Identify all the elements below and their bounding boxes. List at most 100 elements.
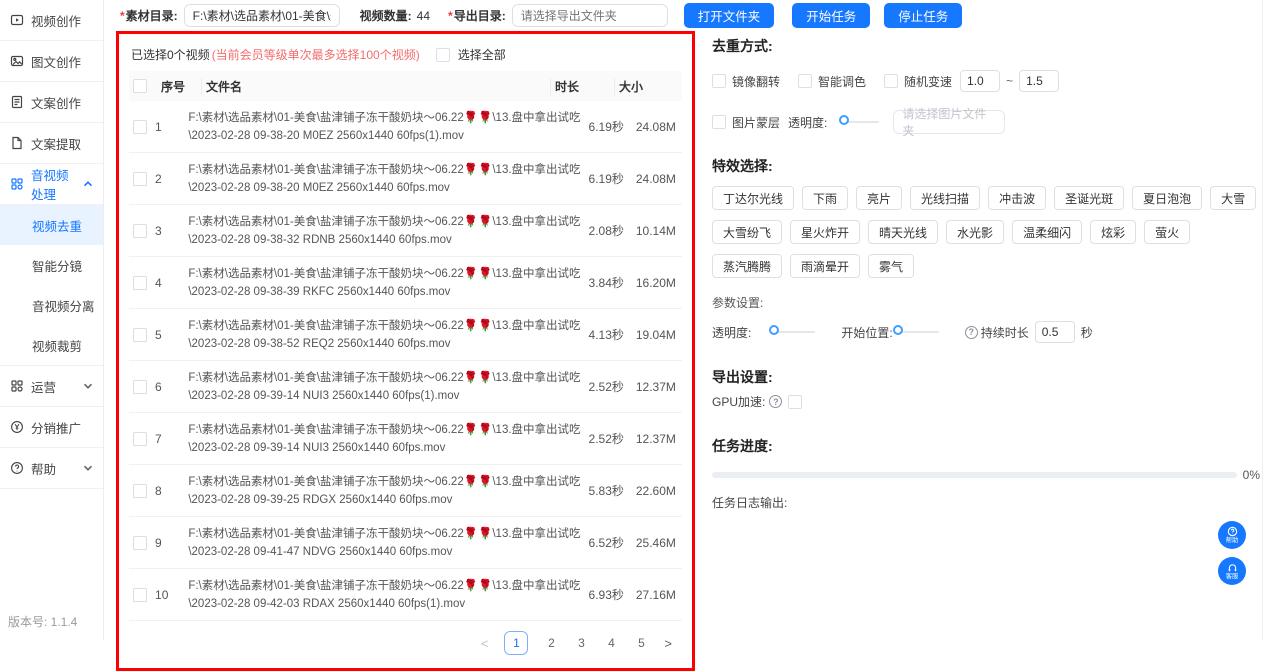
row-duration: 6.19秒 — [585, 170, 632, 187]
row-checkbox[interactable] — [133, 276, 147, 290]
task-log-title: 任务日志输出: — [712, 494, 1260, 511]
row-duration: 2.52秒 — [585, 378, 632, 395]
mask-folder-input[interactable]: 请选择图片文件夹 — [893, 110, 1005, 134]
open-folder-button[interactable]: 打开文件夹 — [684, 3, 775, 28]
gpu-checkbox[interactable] — [788, 395, 802, 409]
effect-button-3[interactable]: 亮片 — [856, 186, 902, 210]
page-number-2[interactable]: 2 — [544, 636, 558, 650]
effect-button-16[interactable]: 蒸汽腾腾 — [712, 254, 782, 278]
speed-min-input[interactable] — [960, 70, 1000, 92]
effect-button-13[interactable]: 温柔细闪 — [1012, 220, 1082, 244]
row-checkbox[interactable] — [133, 172, 147, 186]
param-start-slider[interactable] — [897, 331, 939, 333]
start-task-button[interactable]: 开始任务 — [792, 3, 870, 28]
effect-button-7[interactable]: 夏日泡泡 — [1132, 186, 1202, 210]
path-line-2: \2023-02-28 09-38-20 M0EZ 2560x1440 60fp… — [188, 127, 580, 145]
effect-button-1[interactable]: 丁达尔光线 — [712, 186, 794, 210]
row-index: 6 — [151, 380, 184, 394]
float-service-button[interactable]: 客服 — [1218, 557, 1246, 585]
smart-color-checkbox[interactable] — [798, 74, 812, 88]
effect-button-15[interactable]: 萤火 — [1144, 220, 1190, 244]
row-duration: 5.83秒 — [585, 482, 632, 499]
duration-input[interactable] — [1035, 321, 1075, 343]
slider-thumb[interactable] — [893, 325, 903, 335]
effect-button-11[interactable]: 晴天光线 — [868, 220, 938, 244]
row-checkbox[interactable] — [133, 328, 147, 342]
row-filename: F:\素材\选品素材\01-美食\盐津铺子冻干酸奶块～06.22🌹🌹\13.盘中… — [184, 421, 584, 457]
page-number-4[interactable]: 4 — [604, 636, 618, 650]
table-row: 1F:\素材\选品素材\01-美食\盐津铺子冻干酸奶块～06.22🌹🌹\13.盘… — [129, 101, 682, 153]
row-checkbox[interactable] — [133, 380, 147, 394]
sidebar-item-copy-extract[interactable]: 文案提取 — [0, 123, 103, 164]
select-all-checkbox[interactable] — [436, 48, 450, 62]
path-line-2: \2023-02-28 09-39-14 NUI3 2560x1440 60fp… — [188, 439, 580, 457]
scrollbar-track[interactable] — [1262, 0, 1263, 640]
sidebar-item-label: 图文创作 — [31, 52, 81, 71]
page-number-3[interactable]: 3 — [574, 636, 588, 650]
image-mask-checkbox[interactable] — [712, 115, 726, 129]
sidebar-item-av-separate[interactable]: 音视频分离 — [0, 285, 103, 325]
sidebar-item-help[interactable]: 帮助 — [0, 448, 103, 489]
mirror-flip-checkbox[interactable] — [712, 74, 726, 88]
row-checkbox[interactable] — [133, 588, 147, 602]
sidebar-item-video-create[interactable]: 视频创作 — [0, 0, 103, 41]
effect-button-10[interactable]: 星火炸开 — [790, 220, 860, 244]
sidebar-item-video-dedup[interactable]: 视频去重 — [0, 205, 103, 245]
row-checkbox[interactable] — [133, 120, 147, 134]
material-dir-input[interactable] — [184, 4, 340, 27]
table-row: 8F:\素材\选品素材\01-美食\盐津铺子冻干酸奶块～06.22🌹🌹\13.盘… — [129, 465, 682, 517]
speed-max-input[interactable] — [1019, 70, 1059, 92]
header-checkbox[interactable] — [133, 79, 147, 93]
prev-page-icon[interactable]: < — [481, 636, 489, 651]
row-size: 27.16M — [632, 588, 682, 602]
effect-button-9[interactable]: 大雪纷飞 — [712, 220, 782, 244]
effect-button-18[interactable]: 雾气 — [868, 254, 914, 278]
dedup-title: 去重方式: — [712, 36, 1260, 56]
sidebar-item-copy-create[interactable]: 文案创作 — [0, 82, 103, 123]
effect-button-17[interactable]: 雨滴晕开 — [790, 254, 860, 278]
row-checkbox[interactable] — [133, 224, 147, 238]
effect-button-2[interactable]: 下雨 — [802, 186, 848, 210]
mask-opacity-slider[interactable] — [843, 121, 879, 123]
row-filename: F:\素材\选品素材\01-美食\盐津铺子冻干酸奶块～06.22🌹🌹\13.盘中… — [184, 109, 584, 145]
dedup-options-row: 镜像翻转 智能调色 随机变速 ~ — [712, 70, 1260, 92]
row-index: 10 — [151, 588, 184, 602]
row-index: 2 — [151, 172, 184, 186]
table-row: 6F:\素材\选品素材\01-美食\盐津铺子冻干酸奶块～06.22🌹🌹\13.盘… — [129, 361, 682, 413]
float-help-button[interactable]: 帮助 — [1218, 521, 1246, 549]
sidebar-item-image-text-create[interactable]: 图文创作 — [0, 41, 103, 82]
effect-button-4[interactable]: 光线扫描 — [910, 186, 980, 210]
export-dir-input[interactable] — [512, 4, 668, 27]
row-checkbox[interactable] — [133, 484, 147, 498]
table-row: 4F:\素材\选品素材\01-美食\盐津铺子冻干酸奶块～06.22🌹🌹\13.盘… — [129, 257, 682, 309]
sidebar-item-operation[interactable]: 运营 — [0, 366, 103, 407]
row-size: 24.08M — [632, 120, 682, 134]
options-panel: 去重方式: 镜像翻转 智能调色 随机变速 ~ 图片蒙层 透明度: 请选择图片文件… — [712, 36, 1260, 511]
slider-thumb[interactable] — [839, 115, 849, 125]
next-page-icon[interactable]: > — [664, 636, 672, 651]
slider-thumb[interactable] — [769, 325, 779, 335]
row-checkbox[interactable] — [133, 432, 147, 446]
page-number-1[interactable]: 1 — [504, 631, 528, 655]
param-opacity-slider[interactable] — [773, 331, 815, 333]
effect-button-5[interactable]: 冲击波 — [988, 186, 1046, 210]
sidebar-item-label: 帮助 — [31, 459, 56, 478]
effect-button-12[interactable]: 水光影 — [946, 220, 1004, 244]
effect-button-14[interactable]: 炫彩 — [1090, 220, 1136, 244]
stop-task-button[interactable]: 停止任务 — [884, 3, 962, 28]
random-speed-checkbox[interactable] — [884, 74, 898, 88]
page-number-5[interactable]: 5 — [634, 636, 648, 650]
sidebar-item-label: 运营 — [31, 377, 56, 396]
float-service-label: 客服 — [1226, 573, 1239, 580]
params-row: 透明度: 开始位置: ? 持续时长 秒 — [712, 321, 1260, 343]
row-checkbox[interactable] — [133, 536, 147, 550]
question-icon — [1227, 526, 1238, 537]
effect-button-8[interactable]: 大雪 — [1210, 186, 1256, 210]
sidebar-item-smart-storyboard[interactable]: 智能分镜 — [0, 245, 103, 285]
effect-button-6[interactable]: 圣诞光斑 — [1054, 186, 1124, 210]
pagination: <1 2 3 4 5 > — [129, 621, 682, 655]
sidebar-item-av-process[interactable]: 音视频处理 — [0, 164, 103, 205]
sidebar-item-video-crop[interactable]: 视频裁剪 — [0, 325, 103, 365]
gpu-question-icon: ? — [769, 395, 782, 408]
sidebar-item-distribution[interactable]: 分销推广 — [0, 407, 103, 448]
